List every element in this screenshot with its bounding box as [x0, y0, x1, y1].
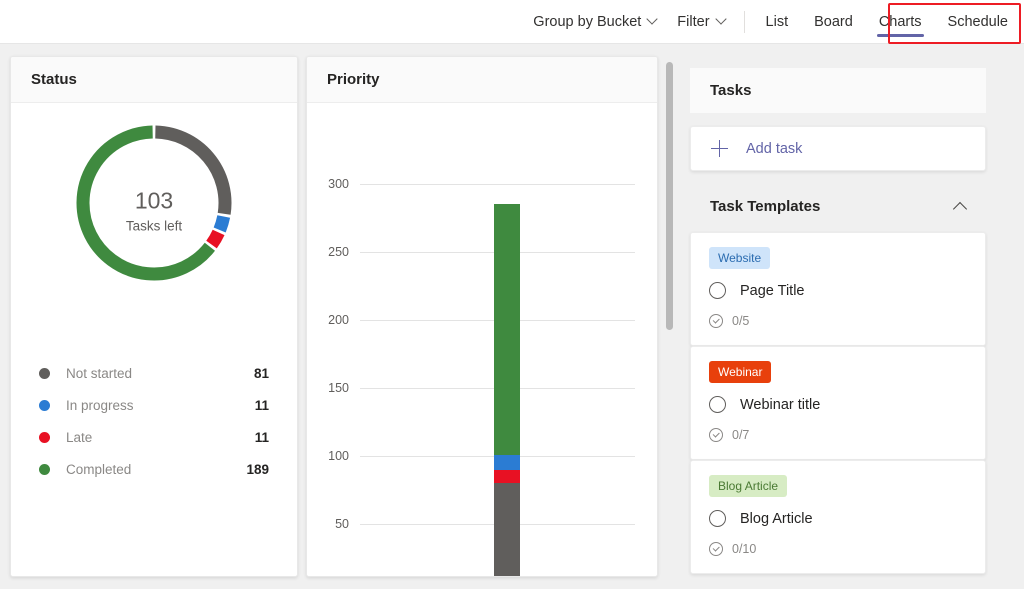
legend-value: 81: [253, 365, 269, 381]
group-by-label: Group by Bucket: [533, 13, 642, 30]
chevron-up-icon[interactable]: [954, 200, 966, 212]
plus-icon: [711, 140, 728, 157]
template-checklist-progress: 0/10: [709, 542, 967, 557]
legend-value: 189: [246, 461, 269, 477]
status-card-title: Status: [11, 57, 297, 103]
legend-color-dot: [39, 431, 50, 443]
chevron-down-icon: [648, 15, 657, 24]
tab-schedule-label: Schedule: [947, 13, 1008, 30]
status-chart-card: Status 103 Tasks left Not started 81 In pr…: [10, 56, 298, 577]
planner-charts-view: Group by Bucket Filter List Board Charts…: [0, 0, 1024, 589]
status-legend: Not started 81 In progress 11 Late 11 Complete…: [11, 357, 297, 485]
template-task-row: Webinar title: [709, 396, 967, 414]
charts-scrollbar-thumb[interactable]: [666, 62, 673, 330]
legend-row[interactable]: Not started 81: [39, 357, 269, 389]
tasks-left-label: Tasks left: [125, 218, 183, 234]
tasks-panel-header: Tasks: [690, 68, 986, 113]
checklist-count: 0/7: [732, 428, 750, 443]
bar-important[interactable]: [426, 184, 452, 576]
template-task-title: Page Title: [740, 282, 805, 299]
task-complete-circle-icon[interactable]: [709, 396, 726, 414]
tab-schedule[interactable]: Schedule: [935, 0, 1021, 44]
donut-segment-late[interactable]: [206, 229, 225, 249]
task-templates-section-header[interactable]: Task Templates: [690, 184, 986, 228]
template-task-row: Blog Article: [709, 510, 967, 528]
y-axis-tick-label: 300: [328, 177, 349, 191]
task-template-card[interactable]: Blog Article Blog Article 0/10: [690, 460, 986, 574]
checklist-icon: [709, 542, 723, 557]
bar-low[interactable]: [562, 184, 588, 576]
legend-color-dot: [39, 399, 50, 411]
tab-list-label: List: [765, 13, 789, 30]
template-label-badge: Blog Article: [709, 475, 788, 498]
y-axis-tick-label: 150: [328, 381, 349, 395]
task-template-card[interactable]: Webinar Webinar title 0/7: [690, 346, 986, 460]
bar-segment-completed[interactable]: [494, 204, 520, 455]
tab-list[interactable]: List: [753, 0, 802, 44]
y-axis-tick-label: 200: [328, 313, 349, 327]
tab-board-label: Board: [814, 13, 853, 30]
top-toolbar: Group by Bucket Filter List Board Charts…: [0, 0, 1024, 44]
tab-charts-label: Charts: [878, 13, 922, 30]
legend-value: 11: [254, 397, 269, 413]
donut-center-text: 103 Tasks left: [84, 187, 224, 234]
template-label-badge: Webinar: [709, 361, 772, 384]
template-checklist-progress: 0/5: [709, 314, 967, 329]
template-task-title: Webinar title: [740, 396, 821, 413]
template-label-badge: Website: [709, 247, 771, 270]
task-template-card[interactable]: Website Page Title 0/5: [690, 232, 986, 346]
legend-label: In progress: [66, 397, 134, 413]
task-complete-circle-icon[interactable]: [709, 282, 726, 300]
legend-row[interactable]: In progress 11: [39, 389, 269, 421]
y-axis-tick-label: 50: [335, 517, 349, 531]
template-task-row: Page Title: [709, 282, 967, 300]
chevron-down-icon: [717, 15, 726, 24]
filter-label: Filter: [677, 13, 710, 30]
template-task-title: Blog Article: [740, 510, 813, 527]
legend-color-dot: [39, 367, 50, 379]
template-checklist-progress: 0/7: [709, 428, 967, 443]
checklist-count: 0/10: [732, 542, 757, 557]
legend-label: Not started: [66, 365, 133, 381]
legend-value: 11: [254, 429, 269, 445]
checklist-icon: [709, 314, 723, 329]
tasks-side-panel: Tasks Add task Task Templates Website Pag…: [682, 44, 1024, 589]
toolbar-divider: [743, 10, 745, 33]
priority-bar-chart: 050100150200250300UrgentImportantMediumL…: [307, 103, 657, 576]
filter-dropdown[interactable]: Filter: [667, 0, 735, 44]
add-task-button[interactable]: Add task: [690, 126, 986, 171]
tab-charts[interactable]: Charts: [866, 0, 935, 44]
legend-row[interactable]: Completed 189: [39, 453, 269, 485]
priority-card-title: Priority: [307, 57, 657, 103]
checklist-count: 0/5: [732, 314, 750, 329]
legend-row[interactable]: Late 11: [39, 421, 269, 453]
bar-medium[interactable]: [494, 184, 520, 576]
legend-color-dot: [39, 463, 50, 475]
bar-segment-not-started[interactable]: [494, 483, 520, 576]
legend-label: Late: [66, 429, 93, 445]
task-templates-title: Task Templates: [710, 197, 821, 215]
status-donut-chart: 103 Tasks left: [11, 103, 297, 333]
task-complete-circle-icon[interactable]: [709, 510, 726, 528]
tab-board[interactable]: Board: [801, 0, 866, 44]
group-by-bucket-dropdown[interactable]: Group by Bucket: [523, 0, 667, 44]
bar-urgent[interactable]: [358, 184, 384, 576]
legend-label: Completed: [66, 461, 132, 477]
checklist-icon: [709, 428, 723, 443]
charts-content: Status 103 Tasks left Not started 81 In pr…: [0, 44, 1024, 589]
y-axis-tick-label: 250: [328, 245, 349, 259]
y-axis-tick-label: 100: [328, 449, 349, 463]
priority-chart-card: Priority 050100150200250300UrgentImporta…: [306, 56, 658, 577]
add-task-label: Add task: [746, 140, 803, 157]
bar-segment-late[interactable]: [494, 469, 520, 484]
tasks-left-count: 103: [134, 187, 174, 214]
tasks-panel-title: Tasks: [710, 82, 752, 99]
bar-segment-in-progress[interactable]: [494, 454, 520, 470]
